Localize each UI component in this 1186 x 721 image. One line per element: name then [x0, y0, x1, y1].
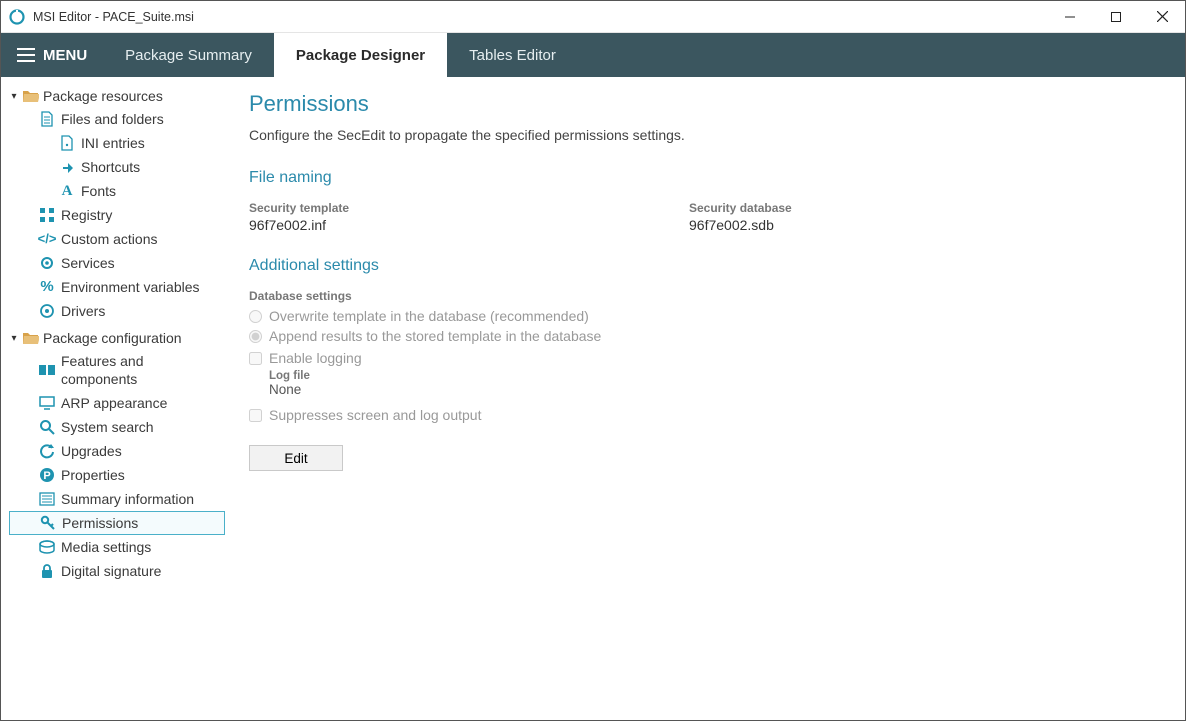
security-database-value: 96f7e002.sdb — [689, 217, 1049, 233]
tree-header-label: Package resources — [43, 88, 163, 104]
sidebar-item-services[interactable]: Services — [9, 251, 225, 275]
tab-tables-editor[interactable]: Tables Editor — [447, 33, 578, 77]
edit-button[interactable]: Edit — [249, 445, 343, 471]
sidebar-item-files-folders[interactable]: Files and folders — [9, 107, 225, 131]
sidebar-item-shortcuts[interactable]: Shortcuts — [9, 155, 225, 179]
sidebar-item-permissions[interactable]: Permissions — [9, 511, 225, 535]
search-icon — [39, 419, 55, 435]
close-button[interactable] — [1139, 1, 1185, 33]
window-title: MSI Editor - PACE_Suite.msi — [33, 10, 194, 24]
section-additional-settings: Additional settings — [249, 257, 1165, 275]
list-icon — [39, 491, 55, 507]
radio-append-input[interactable] — [249, 330, 262, 343]
folder-open-icon — [23, 89, 39, 103]
sidebar-item-system-search[interactable]: System search — [9, 415, 225, 439]
font-icon: A — [59, 183, 75, 199]
sidebar: ▾ Package resources Files and folders IN… — [1, 77, 229, 720]
sidebar-item-registry[interactable]: Registry — [9, 203, 225, 227]
sidebar-item-properties[interactable]: P Properties — [9, 463, 225, 487]
code-icon: </> — [39, 231, 55, 247]
log-file-value: None — [269, 382, 1165, 397]
sidebar-item-media[interactable]: Media settings — [9, 535, 225, 559]
caret-down-icon: ▾ — [9, 91, 19, 102]
radio-overwrite[interactable]: Overwrite template in the database (reco… — [249, 308, 1165, 324]
ini-icon — [59, 135, 75, 151]
sidebar-item-fonts[interactable]: A Fonts — [9, 179, 225, 203]
sidebar-item-summary-info[interactable]: Summary information — [9, 487, 225, 511]
caret-down-icon: ▾ — [9, 333, 19, 344]
security-database-label: Security database — [689, 201, 1049, 215]
main-panel: Permissions Configure the SecEdit to pro… — [229, 77, 1185, 720]
field-security-template: Security template 96f7e002.inf — [249, 201, 609, 233]
file-naming-row: Security template 96f7e002.inf Security … — [249, 201, 1165, 233]
tree-header-resources[interactable]: ▾ Package resources — [9, 85, 225, 107]
menu-bar: MENU Package Summary Package Designer Ta… — [1, 33, 1185, 77]
menu-button[interactable]: MENU — [1, 33, 103, 77]
tree-header-label: Package configuration — [43, 330, 182, 346]
hamburger-icon — [17, 48, 35, 62]
radio-append[interactable]: Append results to the stored template in… — [249, 328, 1165, 344]
security-template-label: Security template — [249, 201, 609, 215]
checkbox-suppress-output[interactable]: Suppresses screen and log output — [249, 407, 1165, 423]
sidebar-item-drivers[interactable]: Drivers — [9, 299, 225, 323]
features-icon — [39, 362, 55, 378]
minimize-button[interactable] — [1047, 1, 1093, 33]
refresh-icon — [39, 443, 55, 459]
media-icon — [39, 539, 55, 555]
checkbox-suppress-output-input[interactable] — [249, 409, 262, 422]
title-bar: MSI Editor - PACE_Suite.msi — [1, 1, 1185, 33]
tree-header-configuration[interactable]: ▾ Package configuration — [9, 327, 225, 349]
sidebar-item-arp[interactable]: ARP appearance — [9, 391, 225, 415]
document-icon — [39, 111, 55, 127]
sidebar-item-custom-actions[interactable]: </> Custom actions — [9, 227, 225, 251]
sidebar-item-upgrades[interactable]: Upgrades — [9, 439, 225, 463]
tab-package-summary[interactable]: Package Summary — [103, 33, 274, 77]
checkbox-enable-logging-input[interactable] — [249, 352, 262, 365]
tree-section-configuration: ▾ Package configuration Features and com… — [9, 327, 225, 583]
db-settings-label: Database settings — [249, 289, 1165, 303]
sidebar-item-ini-entries[interactable]: INI entries — [9, 131, 225, 155]
key-icon — [40, 515, 56, 531]
page-description: Configure the SecEdit to propagate the s… — [249, 127, 1165, 143]
properties-icon: P — [39, 467, 55, 483]
field-security-database: Security database 96f7e002.sdb — [689, 201, 1049, 233]
log-file-label: Log file — [269, 370, 1165, 382]
monitor-icon — [39, 395, 55, 411]
app-logo-icon — [9, 9, 25, 25]
percent-icon: % — [39, 279, 55, 295]
svg-text:P: P — [43, 470, 50, 482]
driver-icon — [39, 303, 55, 319]
section-file-naming: File naming — [249, 169, 1165, 187]
sidebar-item-features[interactable]: Features and components — [9, 349, 225, 391]
radio-overwrite-input[interactable] — [249, 310, 262, 323]
tree-section-resources: ▾ Package resources Files and folders IN… — [9, 85, 225, 323]
folder-open-icon — [23, 331, 39, 345]
lock-icon — [39, 563, 55, 579]
registry-icon — [39, 207, 55, 223]
maximize-button[interactable] — [1093, 1, 1139, 33]
menu-label: MENU — [43, 47, 87, 64]
sidebar-item-env-vars[interactable]: % Environment variables — [9, 275, 225, 299]
tab-package-designer[interactable]: Package Designer — [274, 33, 447, 77]
sidebar-item-digital-signature[interactable]: Digital signature — [9, 559, 225, 583]
gear-icon — [39, 255, 55, 271]
shortcut-icon — [59, 159, 75, 175]
page-title: Permissions — [249, 91, 1165, 117]
checkbox-enable-logging[interactable]: Enable logging — [249, 350, 1165, 366]
security-template-value: 96f7e002.inf — [249, 217, 609, 233]
log-file-field: Log file None — [269, 370, 1165, 397]
